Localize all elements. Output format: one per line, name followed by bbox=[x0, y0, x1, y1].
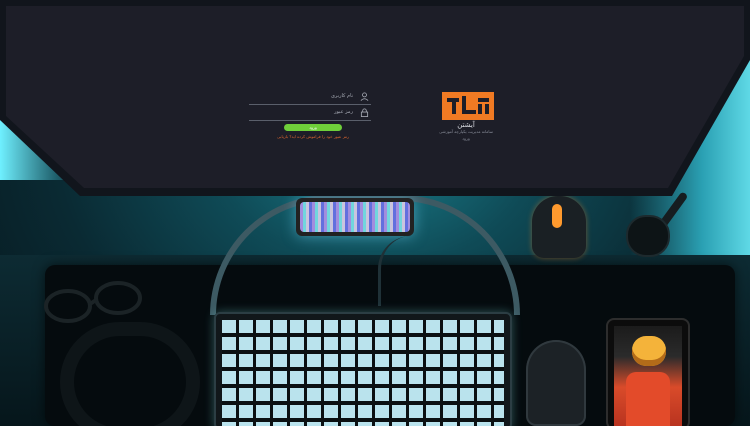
eyeglasses bbox=[44, 281, 142, 323]
brand-subtitle: ورود bbox=[462, 136, 470, 141]
phone-wallpaper bbox=[614, 326, 682, 426]
forgot-password-link[interactable]: رمز عبور خود را فراموش کرده اید؟ بازیابی bbox=[258, 134, 368, 139]
desk-scene: آیشتن سامانه مدیریت یکپارچه آموزشی ورود … bbox=[0, 0, 750, 426]
username-field[interactable]: نام کاربری bbox=[249, 92, 371, 105]
speaker-light-bar bbox=[296, 198, 414, 236]
wallpaper-figure-body bbox=[626, 372, 670, 426]
keyboard bbox=[214, 312, 512, 426]
user-icon bbox=[360, 92, 369, 101]
mouse-led bbox=[552, 204, 562, 228]
password-field[interactable]: رمز عبور bbox=[249, 108, 371, 121]
speaker-lights bbox=[300, 202, 410, 232]
pen-holder bbox=[626, 215, 670, 257]
mouse bbox=[526, 340, 586, 426]
lock-icon bbox=[360, 108, 369, 117]
brand-name: آیشتن bbox=[457, 121, 475, 129]
phone bbox=[606, 318, 690, 426]
monitor-screen: آیشتن سامانه مدیریت یکپارچه آموزشی ورود … bbox=[6, 6, 744, 188]
keyboard-keys bbox=[222, 320, 504, 426]
headphones bbox=[60, 322, 200, 426]
brand-tagline: سامانه مدیریت یکپارچه آموزشی bbox=[439, 129, 493, 134]
brand-logo-icon bbox=[442, 92, 494, 120]
password-label: رمز عبور bbox=[334, 109, 353, 115]
login-button[interactable]: ورود bbox=[284, 124, 342, 131]
wallpaper-figure-head bbox=[632, 336, 666, 366]
username-label: نام کاربری bbox=[331, 93, 353, 99]
gaming-mouse-back bbox=[532, 196, 586, 258]
monitor: آیشتن سامانه مدیریت یکپارچه آموزشی ورود … bbox=[0, 0, 750, 196]
